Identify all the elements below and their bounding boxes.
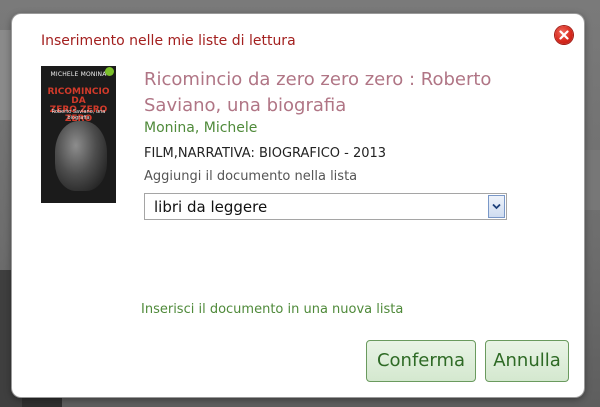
book-author: Monina, Michele: [144, 120, 258, 136]
reading-list-selected-value: libri da leggere: [154, 198, 268, 216]
background-element: [582, 150, 600, 210]
reading-list-select[interactable]: libri da leggere: [144, 193, 507, 220]
dialog-title: Inserimento nelle mie liste di lettura: [41, 33, 296, 49]
cover-subtitle: Roberto Saviano, una biografia: [51, 109, 106, 121]
cover-portrait: [55, 121, 107, 191]
book-meta: FILM,NARRATIVA: BIOGRAFICO - 2013: [144, 146, 387, 161]
cancel-button[interactable]: Annulla: [485, 340, 569, 382]
confirm-button[interactable]: Conferma: [366, 340, 476, 382]
reading-list-dialog: Inserimento nelle mie liste di lettura M…: [12, 14, 584, 397]
close-icon[interactable]: [555, 26, 573, 44]
chevron-down-icon[interactable]: [488, 195, 505, 218]
cover-title-line: RICOMINCIO DA: [47, 87, 110, 106]
new-list-link[interactable]: Inserisci il documento in una nuova list…: [141, 302, 403, 317]
book-title: Ricomincio da zero zero zero : Roberto S…: [144, 69, 492, 116]
add-to-list-label: Aggiungi il documento nella lista: [144, 169, 358, 184]
book-cover: MICHELE MONINA RICOMINCIO DA ZERO ZERO Z…: [41, 66, 116, 203]
cover-badge: [105, 67, 114, 76]
